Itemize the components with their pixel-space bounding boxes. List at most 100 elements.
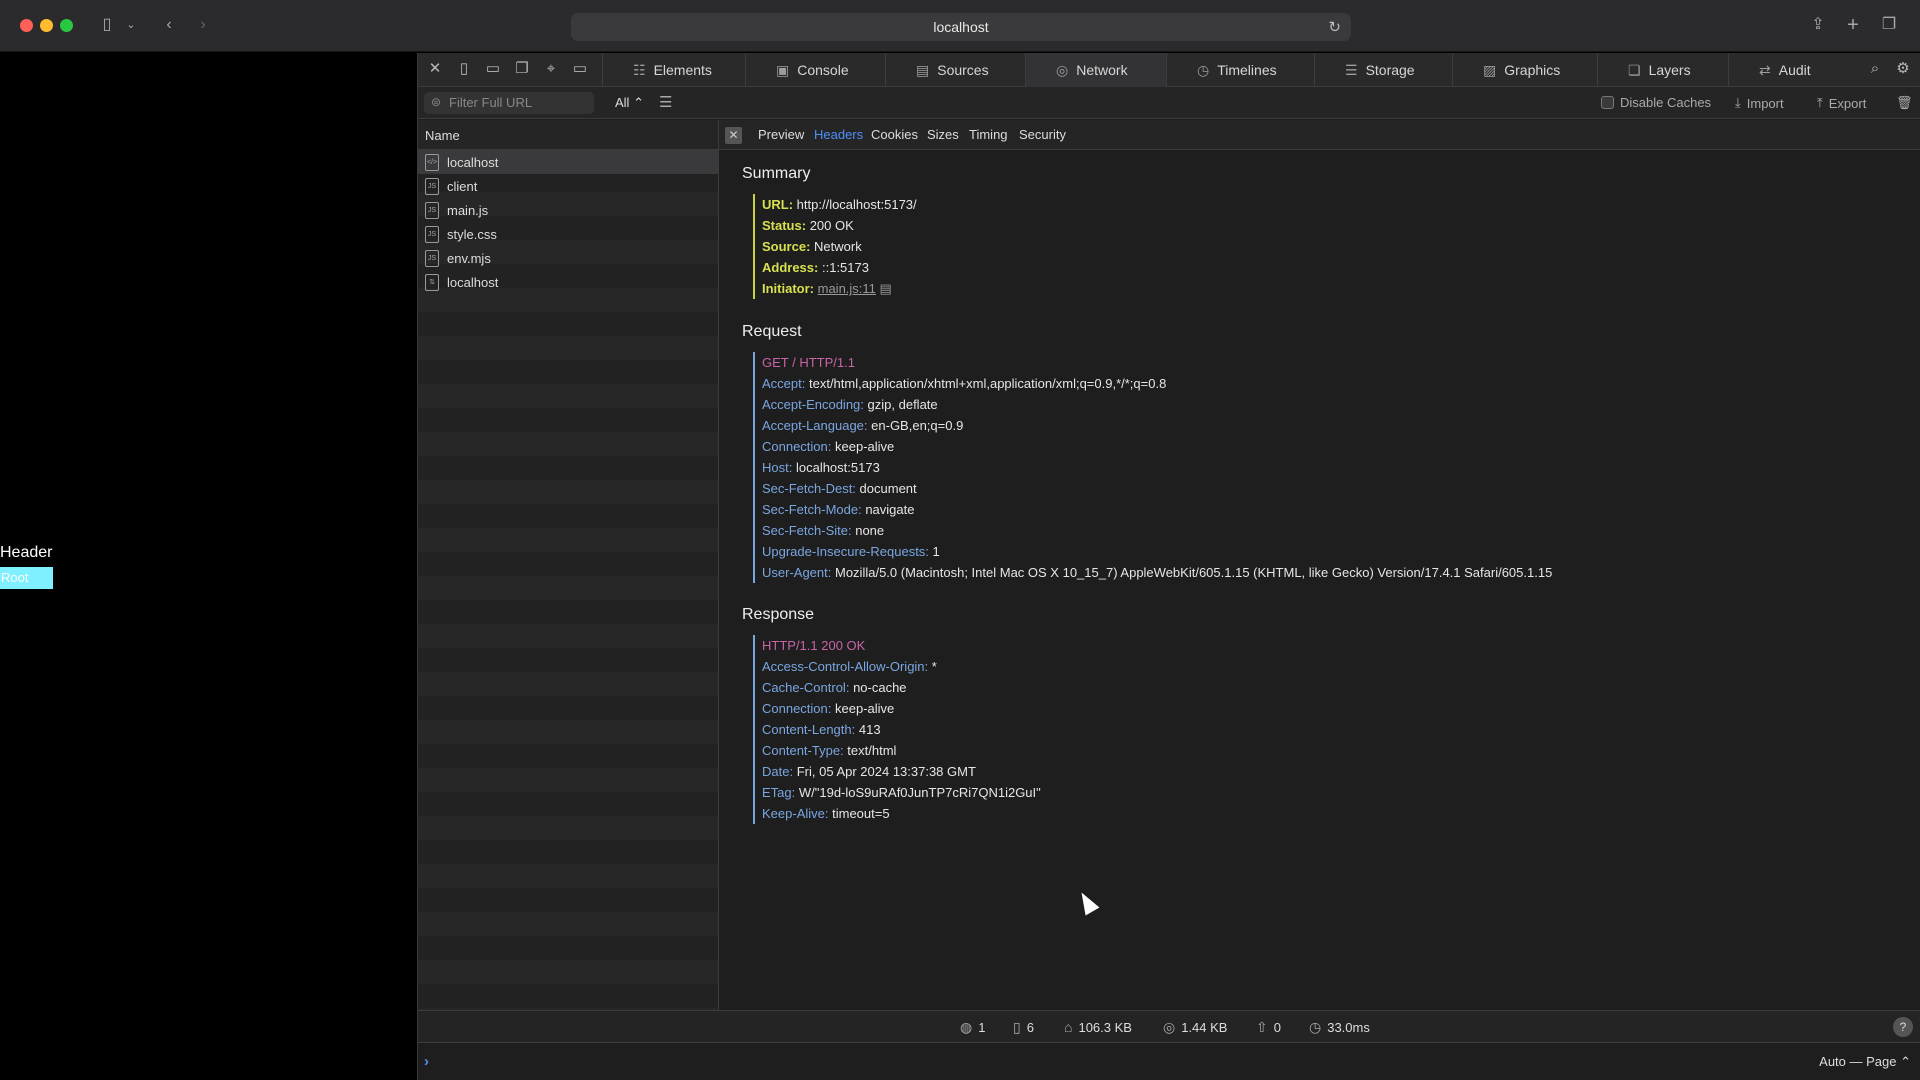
chevron-down-icon[interactable]: ⌄ [124, 14, 138, 36]
header-row: Host: localhost:5173 [762, 457, 1552, 478]
tab-elements[interactable]: ☷ Elements [602, 53, 745, 87]
share-icon[interactable]: ⇪ [1808, 14, 1828, 36]
filter-icon: ⊜ [431, 95, 442, 109]
header-row: Date: Fri, 05 Apr 2024 13:37:38 GMT [762, 761, 1041, 782]
new-tab-icon[interactable]: + [1843, 14, 1863, 36]
dock-bottom-icon[interactable]: ▭ [482, 59, 504, 79]
tab-sizes[interactable]: Sizes [927, 127, 959, 142]
execution-context-select[interactable]: Auto — Page ⌃ [1819, 1054, 1911, 1070]
tab-graphics[interactable]: ▨ Graphics [1452, 53, 1597, 87]
filter-options-icon[interactable]: ☰ [659, 93, 672, 111]
disable-caches-checkbox[interactable] [1601, 96, 1614, 109]
minimize-window-button[interactable] [40, 19, 53, 32]
tab-overview-icon[interactable]: ❐ [1879, 14, 1899, 36]
summary-address-value: ::1:5173 [821, 260, 869, 275]
header-value: keep-alive [835, 701, 895, 716]
back-button[interactable]: ‹ [160, 14, 178, 36]
list-item[interactable]: JS env.mjs [418, 246, 718, 270]
header-key: Connection: [762, 701, 832, 716]
tab-preview[interactable]: Preview [758, 127, 804, 142]
search-icon[interactable]: ⌕ [1864, 59, 1886, 79]
list-item-name: localhost [447, 274, 499, 290]
tab-audit[interactable]: ⇄ Audit [1728, 53, 1856, 87]
weight-icon: ⌂ [1064, 1019, 1073, 1035]
redirects-count: 0 [1273, 1020, 1281, 1035]
header-row: Sec-Fetch-Site: none [762, 520, 1552, 541]
tab-sources[interactable]: ▤ Sources [885, 53, 1025, 87]
import-button[interactable]: ⤓ Import [1735, 95, 1784, 111]
header-key: Sec-Fetch-Site: [762, 523, 852, 538]
sidebar-toggle-icon[interactable]: ▯ [96, 14, 118, 36]
domains-count: 1 [978, 1020, 986, 1035]
import-icon: ⤓ [1735, 95, 1741, 110]
quick-console[interactable]: › Auto — Page ⌃ [418, 1042, 1920, 1080]
js-file-icon: JS [425, 177, 439, 195]
tab-console[interactable]: ▣ Console [745, 53, 885, 87]
tab-storage[interactable]: ☰ Storage [1314, 53, 1452, 87]
close-detail-icon[interactable]: ✕ [725, 127, 742, 144]
initiator-link[interactable]: main.js:11 [818, 281, 876, 296]
header-key: Connection: [762, 439, 832, 454]
gear-icon[interactable]: ⚙ [1892, 59, 1914, 79]
load-time-stat: ◷ 33.0ms [1309, 1019, 1370, 1036]
header-key: Cache-Control: [762, 680, 850, 695]
header-key: Content-Length: [762, 722, 856, 737]
resource-type-select[interactable]: All ⌃ [615, 95, 644, 111]
document-icon: ▯ [1013, 1019, 1021, 1035]
summary-section: URL: http://localhost:5173/ Status: 200 … [753, 194, 917, 299]
export-button[interactable]: ⤒ Export [1817, 95, 1866, 111]
resource-detail: ✕ Preview Headers Cookies Sizes Timing S… [719, 120, 1920, 1010]
tab-timelines[interactable]: ◷ Timelines [1166, 53, 1314, 87]
css-file-icon: JS [425, 225, 439, 243]
list-item[interactable]: </> localhost [418, 150, 718, 174]
tab-layers[interactable]: ❏ Layers [1597, 53, 1728, 87]
page-header-text: Header [0, 544, 53, 561]
close-window-button[interactable] [20, 19, 33, 32]
header-value: none [855, 523, 885, 538]
header-value: W/"19d-loS9uRAf0JunTP7cRi7QN1i2GuI" [798, 785, 1041, 800]
device-settings-icon[interactable]: ▭ [569, 59, 591, 79]
disable-caches-toggle[interactable]: Disable Caches [1601, 95, 1711, 110]
console-prompt-icon: › [424, 1053, 429, 1070]
name-column-header[interactable]: Name [418, 120, 718, 150]
summary-source-value: Network [814, 239, 862, 254]
zoom-window-button[interactable] [60, 19, 73, 32]
tab-headers[interactable]: Headers [814, 127, 863, 142]
header-value: navigate [865, 502, 915, 517]
header-key: Access-Control-Allow-Origin: [762, 659, 929, 674]
element-picker-icon[interactable]: ⌖ [540, 59, 562, 79]
tab-audit-label: Audit [1778, 62, 1811, 78]
reload-icon[interactable]: ↻ [1328, 18, 1341, 36]
summary-status-value: 200 OK [809, 218, 854, 233]
list-item[interactable]: JS style.css [418, 222, 718, 246]
tab-network[interactable]: ◎ Network [1025, 53, 1166, 87]
websocket-file-icon: ⇅ [425, 273, 439, 291]
tab-security[interactable]: Security [1019, 127, 1066, 142]
close-inspector-icon[interactable]: ✕ [424, 59, 446, 79]
list-item[interactable]: JS client [418, 174, 718, 198]
detach-icon[interactable]: ❐ [511, 59, 533, 79]
forward-button[interactable]: › [194, 14, 212, 36]
header-key: Sec-Fetch-Mode: [762, 502, 862, 517]
help-icon[interactable]: ? [1893, 1017, 1913, 1037]
list-item[interactable]: JS main.js [418, 198, 718, 222]
tab-timing[interactable]: Timing [969, 127, 1008, 142]
layers-icon: ❏ [1628, 61, 1641, 78]
tab-elements-label: Elements [653, 62, 712, 78]
header-row: Accept-Language: en-GB,en;q=0.9 [762, 415, 1552, 436]
list-item[interactable]: ⇅ localhost [418, 270, 718, 294]
clock-icon: ◷ [1309, 1019, 1322, 1035]
address-bar[interactable]: localhost ↻ [571, 13, 1351, 41]
header-value: localhost:5173 [795, 460, 880, 475]
header-row: User-Agent: Mozilla/5.0 (Macintosh; Inte… [762, 562, 1552, 583]
tab-cookies[interactable]: Cookies [871, 127, 918, 142]
dock-left-icon[interactable]: ▯ [453, 59, 475, 79]
network-transfer-icon: ◎ [1163, 1019, 1176, 1035]
initiator-stack-icon[interactable]: ▤ [880, 281, 892, 296]
summary-address-key: Address: [762, 260, 819, 275]
response-title: Response [742, 606, 815, 623]
filter-url-input[interactable]: ⊜ Filter Full URL [424, 92, 594, 114]
clear-log-icon[interactable]: 🗑 [1896, 95, 1913, 111]
summary-address-row: Address: ::1:5173 [762, 257, 917, 278]
sources-icon: ▤ [916, 61, 930, 78]
